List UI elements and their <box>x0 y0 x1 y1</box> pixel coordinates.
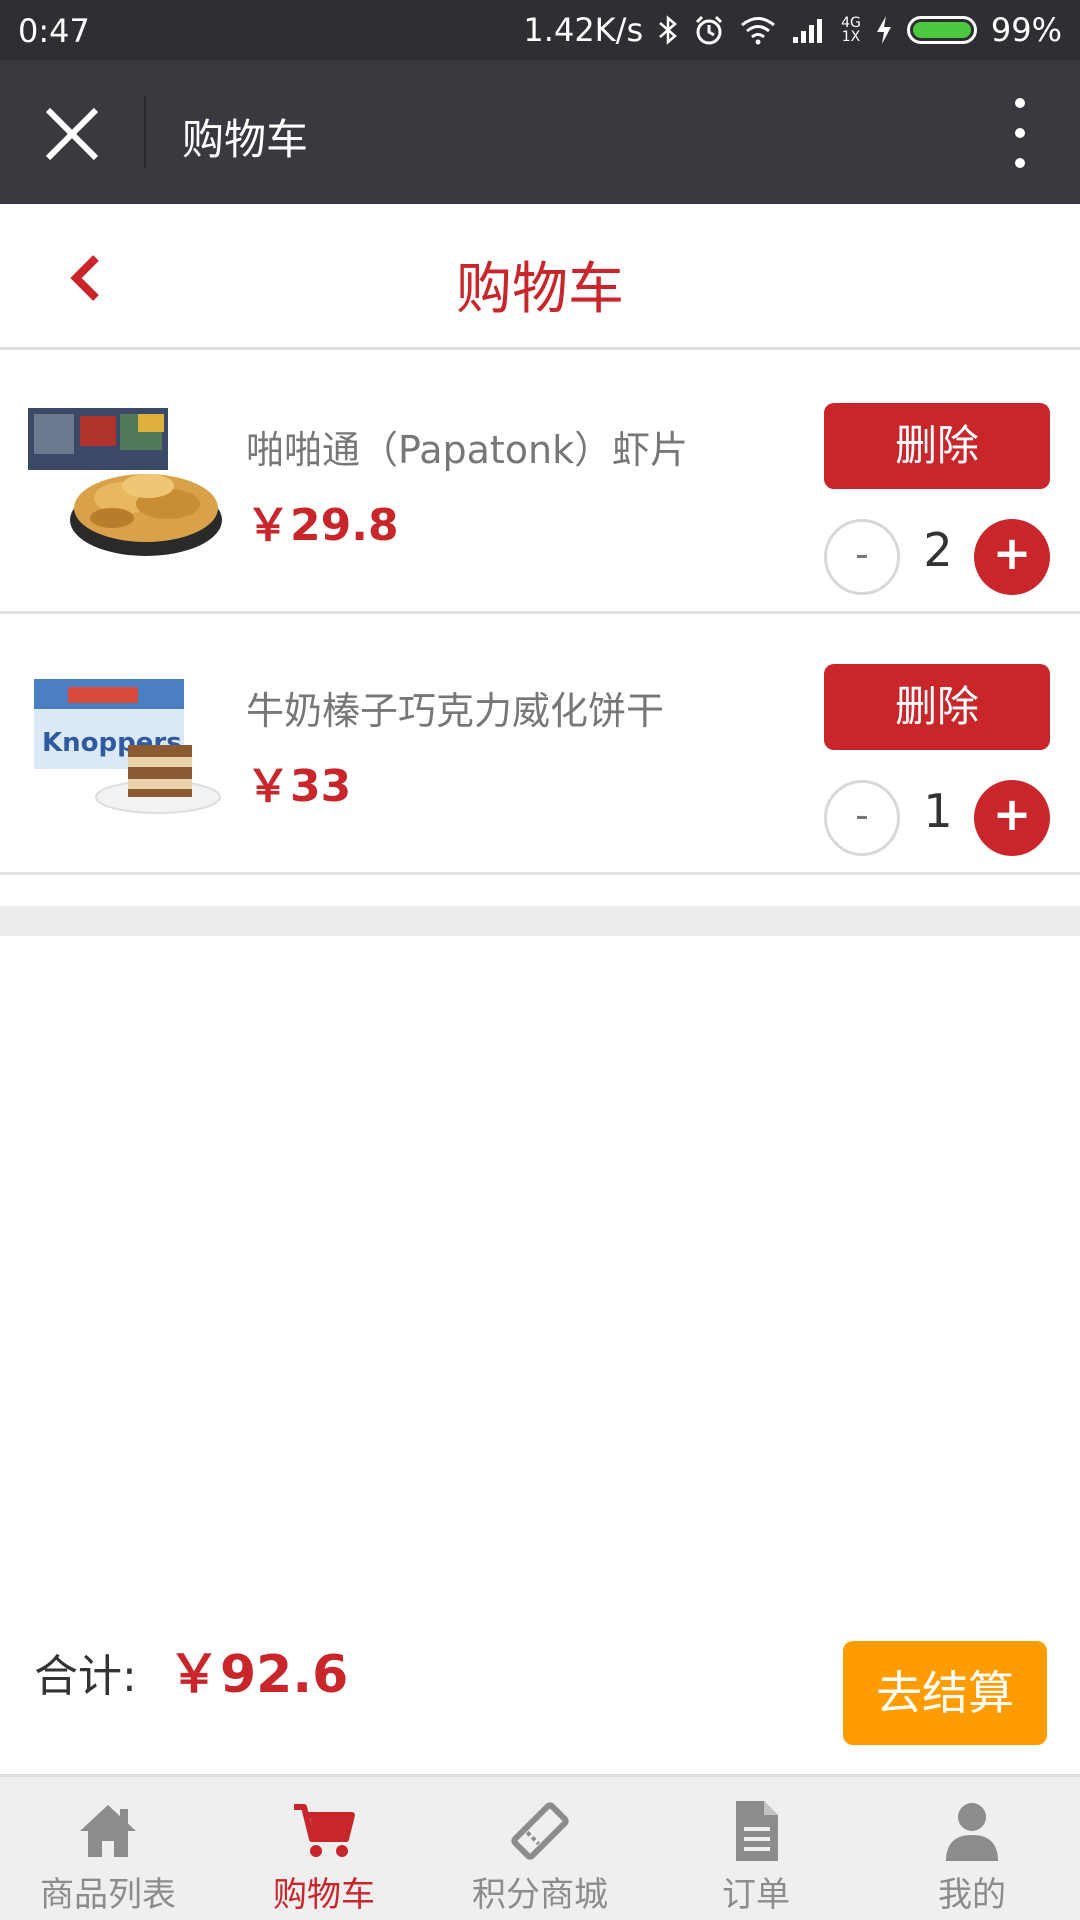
tab-label: 订单 <box>722 1875 790 1915</box>
network-type: 4G 1X <box>841 16 861 44</box>
title-bar: 购物车 <box>0 60 1080 204</box>
network-speed: 1.42K/s <box>523 11 644 49</box>
close-button[interactable] <box>40 102 104 166</box>
product-name: 啪啪通（Papatonk）虾片 <box>246 428 689 472</box>
tab-mine[interactable]: 我的 <box>864 1777 1080 1920</box>
home-icon <box>80 1805 136 1857</box>
cart-item: 啪啪通（Papatonk）虾片 ￥29.8 删除 - 2 + <box>0 353 1080 614</box>
quantity-value: 1 <box>923 784 953 838</box>
more-menu-button[interactable] <box>1000 98 1040 168</box>
tab-label: 购物车 <box>273 1875 375 1915</box>
page-header: 购物车 <box>0 204 1080 350</box>
total-value: ￥92.6 <box>168 1645 349 1705</box>
window-title: 购物车 <box>182 115 309 164</box>
battery-icon <box>906 16 977 44</box>
tab-label: 商品列表 <box>40 1875 176 1915</box>
cart-list: 啪啪通（Papatonk）虾片 ￥29.8 删除 - 2 + Knoppers … <box>0 353 1080 875</box>
battery-percent: 99% <box>990 11 1062 49</box>
product-price: ￥29.8 <box>246 500 399 551</box>
title-divider <box>144 96 146 168</box>
alarm-icon <box>693 14 725 46</box>
network-type-label: 4G <box>841 15 861 31</box>
decrease-quantity-button[interactable]: - <box>824 780 900 856</box>
decrease-quantity-button[interactable]: - <box>824 519 900 595</box>
status-bar: 0:47 1.42K/s 4G 1X 99% <box>0 0 1080 60</box>
product-name: 牛奶榛子巧克力威化饼干 <box>246 689 665 733</box>
bottom-tab-bar: 商品列表 购物车 积分商城 订单 我的 <box>0 1774 1080 1920</box>
tab-cart[interactable]: 购物车 <box>216 1777 432 1920</box>
more-dot-icon <box>1015 128 1025 138</box>
tab-label: 积分商城 <box>472 1875 608 1915</box>
status-time: 0:47 <box>18 12 90 50</box>
signal-icon <box>791 15 827 45</box>
delete-button[interactable]: 删除 <box>824 403 1050 489</box>
wifi-icon <box>739 15 777 45</box>
network-type-sub: 1X <box>841 29 861 45</box>
total-label: 合计: <box>34 1651 137 1702</box>
checkout-button[interactable]: 去结算 <box>843 1641 1047 1745</box>
product-image-shrimp-chips <box>28 408 222 556</box>
close-icon <box>45 107 99 161</box>
bluetooth-icon <box>657 14 679 46</box>
quantity-value: 2 <box>923 523 953 577</box>
cart-icon <box>294 1804 355 1857</box>
ticket-icon <box>511 1802 569 1860</box>
charging-icon <box>875 14 893 46</box>
product-image-wafer: Knoppers <box>34 679 221 814</box>
more-dot-icon <box>1015 158 1025 168</box>
tab-points-mall[interactable]: 积分商城 <box>432 1777 648 1920</box>
increase-quantity-button[interactable]: + <box>974 780 1050 856</box>
increase-quantity-button[interactable]: + <box>974 519 1050 595</box>
section-divider <box>0 906 1080 936</box>
tab-product-list[interactable]: 商品列表 <box>0 1777 216 1920</box>
page-title: 购物车 <box>456 257 624 322</box>
document-icon <box>736 1801 778 1861</box>
user-icon <box>946 1803 998 1861</box>
delete-button[interactable]: 删除 <box>824 664 1050 750</box>
cart-item: Knoppers 牛奶榛子巧克力威化饼干 ￥33 删除 - 1 + <box>0 614 1080 875</box>
tab-orders[interactable]: 订单 <box>648 1777 864 1920</box>
product-price: ￥33 <box>246 761 352 812</box>
tab-label: 我的 <box>938 1875 1006 1915</box>
more-dot-icon <box>1015 98 1025 108</box>
status-indicators: 1.42K/s 4G 1X 99% <box>523 10 1062 50</box>
